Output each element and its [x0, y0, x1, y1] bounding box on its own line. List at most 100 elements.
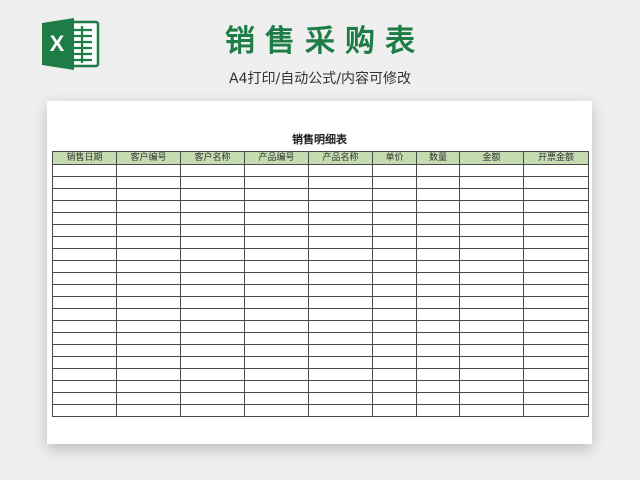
- table-cell: [244, 248, 309, 261]
- table-cell: [116, 356, 181, 369]
- table-cell: [244, 356, 309, 369]
- table-cell: [52, 248, 117, 261]
- table-cell: [523, 368, 589, 381]
- table-cell: [416, 368, 460, 381]
- table-cell: [180, 356, 245, 369]
- column-header-invoice-amount: 开票金额: [523, 151, 589, 165]
- table-cell: [180, 164, 245, 177]
- table-cell: [116, 164, 181, 177]
- table-cell: [459, 212, 524, 225]
- table-cell: [116, 284, 181, 297]
- table-cell: [523, 200, 589, 213]
- table-cell: [523, 320, 589, 333]
- table-cell: [308, 392, 373, 405]
- table-cell: [52, 392, 117, 405]
- table-row: [52, 296, 589, 309]
- table-cell: [308, 212, 373, 225]
- table-cell: [244, 224, 309, 237]
- table-cell: [416, 176, 460, 189]
- table-cell: [523, 404, 589, 417]
- table-cell: [52, 380, 117, 393]
- table-row: [52, 368, 589, 381]
- table-cell: [459, 224, 524, 237]
- table-row: [52, 344, 589, 357]
- table-cell: [372, 332, 417, 345]
- table-row: [52, 380, 589, 393]
- sheet-title: 销售明细表: [292, 133, 347, 146]
- table-cell: [416, 248, 460, 261]
- table-cell: [459, 356, 524, 369]
- table-cell: [416, 164, 460, 177]
- column-header-amount: 金额: [459, 151, 524, 165]
- table-cell: [459, 368, 524, 381]
- table-cell: [52, 188, 117, 201]
- table-cell: [459, 284, 524, 297]
- table-cell: [523, 248, 589, 261]
- table-cell: [308, 308, 373, 321]
- table-cell: [308, 164, 373, 177]
- table-row: [52, 236, 589, 249]
- table-cell: [416, 296, 460, 309]
- table-cell: [416, 212, 460, 225]
- table-cell: [180, 248, 245, 261]
- table-cell: [180, 332, 245, 345]
- table-cell: [244, 176, 309, 189]
- table-cell: [372, 344, 417, 357]
- table-cell: [372, 164, 417, 177]
- table-cell: [180, 176, 245, 189]
- table-cell: [523, 224, 589, 237]
- table-header-row: 销售日期 客户编号 客户名称 产品编号 产品名称 单价 数量 金额 开票金额: [52, 151, 589, 165]
- table-cell: [523, 392, 589, 405]
- table-row: [52, 224, 589, 237]
- table-cell: [523, 284, 589, 297]
- table-cell: [459, 236, 524, 249]
- table-cell: [372, 320, 417, 333]
- table-cell: [116, 272, 181, 285]
- table-cell: [180, 344, 245, 357]
- table-cell: [116, 380, 181, 393]
- table-cell: [180, 368, 245, 381]
- table-cell: [459, 380, 524, 393]
- table-cell: [244, 368, 309, 381]
- table-cell: [523, 296, 589, 309]
- table-cell: [308, 236, 373, 249]
- table-cell: [116, 188, 181, 201]
- table-cell: [459, 200, 524, 213]
- table-cell: [523, 164, 589, 177]
- table-cell: [459, 296, 524, 309]
- table-cell: [523, 356, 589, 369]
- table-cell: [523, 380, 589, 393]
- table-cell: [308, 404, 373, 417]
- table-cell: [180, 200, 245, 213]
- table-cell: [52, 344, 117, 357]
- table-cell: [416, 356, 460, 369]
- table-row: [52, 284, 589, 297]
- table-row: [52, 212, 589, 225]
- column-header-quantity: 数量: [416, 151, 460, 165]
- page-title: 销售采购表: [225, 24, 425, 59]
- table-cell: [52, 368, 117, 381]
- table-cell: [180, 188, 245, 201]
- table-row: [52, 392, 589, 405]
- table-cell: [372, 404, 417, 417]
- table-cell: [116, 248, 181, 261]
- table-cell: [116, 296, 181, 309]
- table-cell: [52, 332, 117, 345]
- table-cell: [416, 188, 460, 201]
- table-row: [52, 248, 589, 261]
- table-cell: [459, 320, 524, 333]
- table-cell: [308, 344, 373, 357]
- table-cell: [416, 260, 460, 273]
- table-cell: [372, 212, 417, 225]
- table-cell: [372, 308, 417, 321]
- table-cell: [244, 296, 309, 309]
- table-body: [52, 164, 589, 417]
- table-row: [52, 200, 589, 213]
- table-cell: [52, 356, 117, 369]
- table-cell: [308, 272, 373, 285]
- column-header-customer-name: 客户名称: [180, 151, 245, 165]
- table-cell: [308, 356, 373, 369]
- table-cell: [52, 308, 117, 321]
- table-cell: [459, 308, 524, 321]
- table-cell: [244, 236, 309, 249]
